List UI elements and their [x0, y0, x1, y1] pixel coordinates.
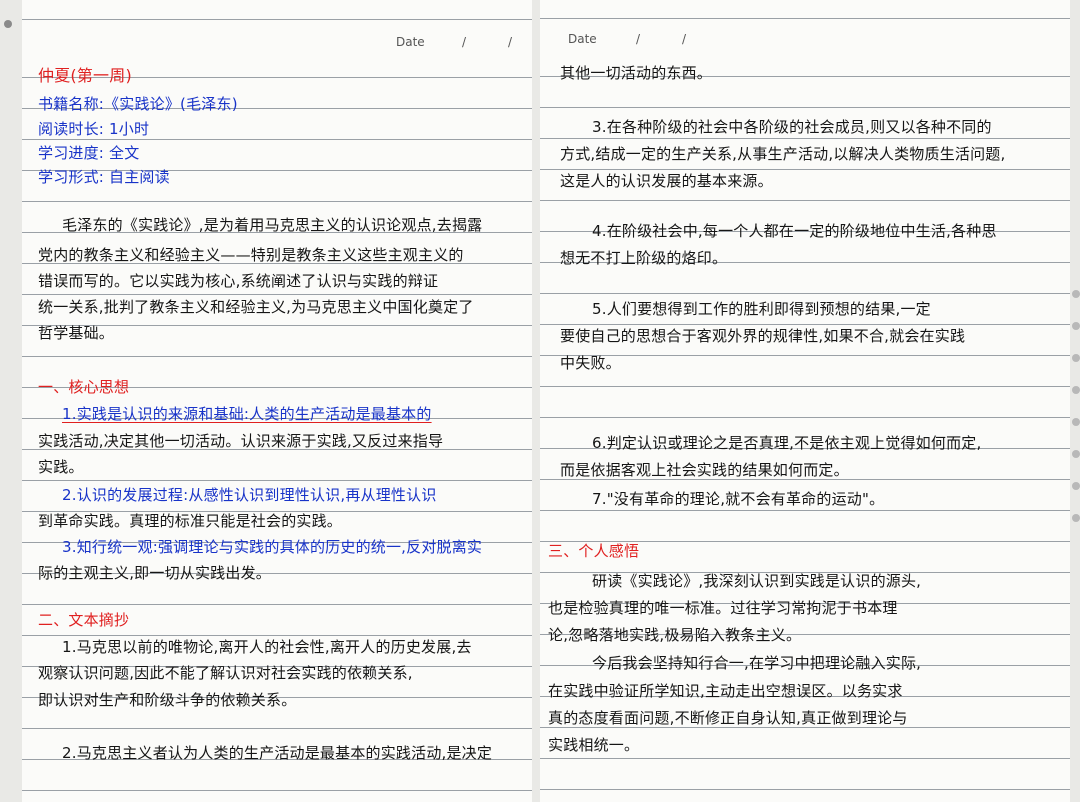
right-date-slash-1: / — [636, 32, 641, 46]
reflection-line: 今后我会坚持知行合一,在学习中把理论融入实际, — [592, 654, 922, 672]
intro-line: 错误而写的。它以实践为核心,系统阐述了认识与实践的辩证 — [38, 272, 439, 290]
reflection-line: 在实践中验证所学知识,主动走出空想误区。以务实求 — [548, 682, 903, 700]
reflection-line: 论,忽略落地实践,极易陷入教条主义。 — [548, 626, 802, 644]
core-idea-line: 实践活动,决定其他一切活动。认识来源于实践,又反过来指导 — [38, 432, 444, 450]
binding-hole — [1072, 450, 1080, 458]
note-title: 仲夏(第一周) — [38, 66, 132, 85]
reading-time: 阅读时长: 1小时 — [38, 120, 150, 138]
binding-hole — [1072, 482, 1080, 490]
binding-hole — [4, 20, 12, 28]
binding-hole — [1072, 418, 1080, 426]
binding-hole — [1072, 386, 1080, 394]
binding-hole — [1072, 322, 1080, 330]
binding-hole — [1072, 354, 1080, 362]
section-title-core-ideas: 一、核心思想 — [38, 378, 130, 396]
book-name: 书籍名称:《实践论》(毛泽东) — [38, 95, 238, 113]
core-idea-line: 1.实践是认识的来源和基础:人类的生产活动是最基本的 — [62, 405, 432, 423]
core-idea-line: 到革命实践。真理的标准只能是社会的实践。 — [38, 512, 343, 530]
study-form: 学习形式: 自主阅读 — [38, 168, 170, 186]
left-date-label: Date — [396, 35, 425, 49]
left-date-slash-2: / — [508, 35, 513, 49]
core-idea-line: 际的主观主义,即一切从实践出发。 — [38, 564, 271, 582]
section-title-excerpts: 二、文本摘抄 — [38, 611, 130, 629]
excerpt-line: 3.在各种阶级的社会中各阶级的社会成员,则又以各种不同的 — [592, 118, 992, 136]
binding-hole — [1072, 514, 1080, 522]
excerpt-line: 5.人们要想得到工作的胜利即得到预想的结果,一定 — [592, 300, 931, 318]
excerpt-line: 中失败。 — [560, 354, 621, 372]
intro-line: 哲学基础。 — [38, 324, 115, 342]
excerpt-line: 2.马克思主义者认为人类的生产活动是最基本的实践活动,是决定 — [62, 744, 493, 762]
intro-line: 党内的教条主义和经验主义——特别是教条主义这些主观主义的 — [38, 246, 464, 264]
excerpt-line: 4.在阶级社会中,每一个人都在一定的阶级地位中生活,各种思 — [592, 222, 997, 240]
excerpt-line: 方式,结成一定的生产关系,从事生产活动,以解决人类物质生活问题, — [560, 145, 1006, 163]
excerpt-line: 要使自己的思想合于客观外界的规律性,如果不合,就会在实践 — [560, 327, 966, 345]
right-date-slash-2: / — [682, 32, 687, 46]
core-idea-line: 2.认识的发展过程:从感性认识到理性认识,再从理性认识 — [62, 486, 437, 504]
excerpt-line: 这是人的认识发展的基本来源。 — [560, 172, 773, 190]
excerpt-line: 观察认识问题,因此不能了解认识对社会实践的依赖关系, — [38, 664, 413, 682]
study-progress: 学习进度: 全文 — [38, 144, 140, 162]
right-date-label: Date — [568, 32, 597, 46]
excerpt-line: 想无不打上阶级的烙印。 — [560, 249, 728, 267]
excerpt-line: 而是依据客观上社会实践的结果如何而定。 — [560, 461, 849, 479]
excerpt-line: 7."没有革命的理论,就不会有革命的运动"。 — [592, 490, 885, 508]
core-idea-line: 实践。 — [38, 458, 84, 476]
intro-line: 统一关系,批判了教条主义和经验主义,为马克思主义中国化奠定了 — [38, 298, 474, 316]
section-title-reflections: 三、个人感悟 — [548, 542, 640, 560]
excerpt-line: 即认识对生产和阶级斗争的依赖关系。 — [38, 691, 297, 709]
core-idea-line: 3.知行统一观:强调理论与实践的具体的历史的统一,反对脱离实 — [62, 538, 483, 556]
left-date-slash-1: / — [462, 35, 467, 49]
reflection-line: 也是检验真理的唯一标准。过往学习常拘泥于书本理 — [548, 599, 898, 617]
excerpt-line: 6.判定认识或理论之是否真理,不是依主观上觉得如何而定, — [592, 434, 982, 452]
excerpt-line: 1.马克思以前的唯物论,离开人的社会性,离开人的历史发展,去 — [62, 638, 472, 656]
excerpt-line: 其他一切活动的东西。 — [560, 64, 713, 82]
reflection-line: 实践相统一。 — [548, 736, 640, 754]
binding-hole — [1072, 290, 1080, 298]
intro-line: 毛泽东的《实践论》,是为着用马克思主义的认识论观点,去揭露 — [62, 216, 483, 234]
reflection-line: 真的态度看面问题,不断修正自身认知,真正做到理论与 — [548, 709, 908, 727]
reflection-line: 研读《实践论》,我深刻认识到实践是认识的源头, — [592, 572, 922, 590]
